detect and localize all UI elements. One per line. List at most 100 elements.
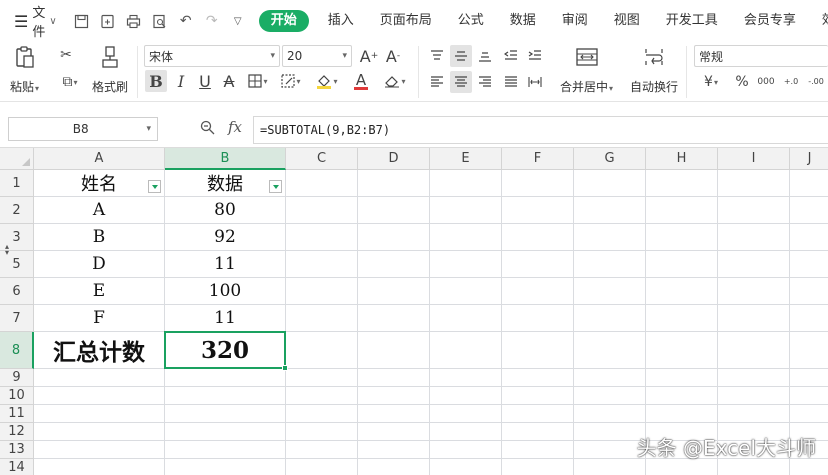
redo-icon[interactable]: ↷ [203,12,221,30]
cell-f6[interactable] [502,278,574,305]
cell-e11[interactable] [430,405,502,423]
cell-h1[interactable] [646,170,718,197]
cell-e9[interactable] [430,369,502,387]
cell-g11[interactable] [574,405,646,423]
cell-e5[interactable] [430,251,502,278]
cell-f11[interactable] [502,405,574,423]
cell-a9[interactable] [34,369,165,387]
cell-g10[interactable] [574,387,646,405]
tab-developer[interactable]: 开发工具 [653,0,731,42]
cell-f8[interactable] [502,332,574,369]
cell-c8[interactable] [286,332,358,369]
column-header-d[interactable]: D [358,148,430,170]
grow-font-button[interactable]: A + [358,45,380,67]
cell-e2[interactable] [430,197,502,224]
cell-i2[interactable] [718,197,790,224]
tab-home[interactable]: 开始 [258,10,309,32]
row-header-7[interactable]: 7 [0,305,34,332]
row-header-8[interactable]: 8 [0,332,34,369]
cell-b9[interactable] [165,369,286,387]
column-header-a[interactable]: A [34,148,165,170]
cell-g3[interactable] [574,224,646,251]
cell-f14[interactable] [502,459,574,475]
cell-e13[interactable] [430,441,502,459]
cell-e7[interactable] [430,305,502,332]
cell-g13[interactable] [574,441,646,459]
cell-j11[interactable] [790,405,828,423]
cell-f2[interactable] [502,197,574,224]
currency-button[interactable]: ¥ ▾ [696,71,726,93]
cell-g7[interactable] [574,305,646,332]
export-icon[interactable] [99,12,117,30]
cell-a6[interactable]: E [34,278,165,305]
cell-d2[interactable] [358,197,430,224]
cell-b10[interactable] [165,387,286,405]
save-icon[interactable] [73,12,91,30]
cell-g5[interactable] [574,251,646,278]
cell-d3[interactable] [358,224,430,251]
customize-toolbar-icon[interactable]: ▽ [229,12,247,30]
cell-h14[interactable] [646,459,718,475]
cell-c6[interactable] [286,278,358,305]
cell-j2[interactable] [790,197,828,224]
cell-i1[interactable] [718,170,790,197]
cell-f7[interactable] [502,305,574,332]
cell-j1[interactable] [790,170,828,197]
cell-a1[interactable]: 姓名 [34,170,165,197]
cell-b13[interactable] [165,441,286,459]
decrease-decimal-button[interactable]: -.00 [805,71,827,93]
cell-f5[interactable] [502,251,574,278]
cell-i11[interactable] [718,405,790,423]
align-top-icon[interactable] [426,45,448,67]
cell-d13[interactable] [358,441,430,459]
column-header-i[interactable]: I [718,148,790,170]
clear-format-button[interactable]: ▾ [380,70,410,92]
select-all-corner[interactable] [0,148,34,170]
align-middle-icon[interactable] [450,45,472,67]
justify-icon[interactable] [500,71,522,93]
fill-color-button[interactable]: ▾ [312,70,342,92]
name-box[interactable]: B8 ▾ [8,117,158,141]
cell-d1[interactable] [358,170,430,197]
tab-efficiency[interactable]: 效率 [809,0,828,42]
cell-a2[interactable]: A [34,197,165,224]
cell-d8[interactable] [358,332,430,369]
cell-i7[interactable] [718,305,790,332]
cell-j5[interactable] [790,251,828,278]
cell-e12[interactable] [430,423,502,441]
cell-a13[interactable] [34,441,165,459]
cell-c14[interactable] [286,459,358,475]
cell-e3[interactable] [430,224,502,251]
cell-i10[interactable] [718,387,790,405]
formula-input[interactable]: =SUBTOTAL(9,B2:B7) [253,116,828,144]
cell-a12[interactable] [34,423,165,441]
row-header-12[interactable]: 12 [0,423,34,441]
row-header-13[interactable]: 13 [0,441,34,459]
copy-icon[interactable]: ⧉ ▾ [55,71,85,93]
align-center-icon[interactable] [450,71,472,93]
column-header-h[interactable]: H [646,148,718,170]
cell-e8[interactable] [430,332,502,369]
cell-g12[interactable] [574,423,646,441]
tab-data[interactable]: 数据 [497,0,549,42]
row-header-9[interactable]: 9 [0,369,34,387]
thousands-separator-button[interactable]: 000 [755,71,777,93]
cell-d5[interactable] [358,251,430,278]
cell-g14[interactable] [574,459,646,475]
column-header-f[interactable]: F [502,148,574,170]
cell-a8[interactable]: 汇总计数 [34,332,165,369]
cell-style-button[interactable]: ▾ [277,70,305,92]
cell-h11[interactable] [646,405,718,423]
cell-i14[interactable] [718,459,790,475]
cell-e14[interactable] [430,459,502,475]
row-header-6[interactable]: 6 [0,278,34,305]
column-header-b[interactable]: B [165,148,286,170]
cell-b11[interactable] [165,405,286,423]
cell-g8[interactable] [574,332,646,369]
cell-f13[interactable] [502,441,574,459]
filter-dropdown-icon[interactable] [148,180,161,193]
cell-c9[interactable] [286,369,358,387]
cell-b12[interactable] [165,423,286,441]
cell-d10[interactable] [358,387,430,405]
merge-center-button[interactable]: 合并居中▾ [560,44,613,95]
